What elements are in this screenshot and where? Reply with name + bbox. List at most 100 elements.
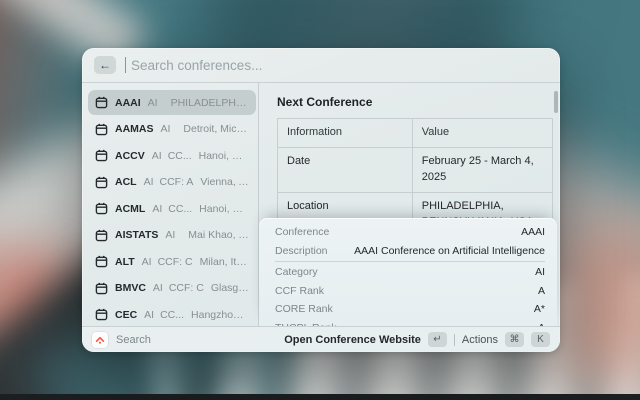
conference-location: Mai Khao, Thail...	[188, 229, 249, 241]
list-item-alt[interactable]: ALT AI CCF: C Milan, Italy	[88, 249, 256, 274]
conference-name: ACL	[115, 176, 137, 188]
calendar-icon	[95, 149, 108, 162]
meta-label: Description	[275, 244, 328, 257]
conference-location: Detroit, Michigan...	[183, 123, 249, 135]
table-header-information: Information	[277, 118, 413, 148]
next-conference-table: Information Value Date February 25 - Mar…	[277, 118, 554, 218]
conference-rank: CCF: C	[168, 282, 204, 294]
wallpaper-shape	[560, 230, 640, 380]
content-area: AAAI AI PHILADELPHIA, PE... AAMAS AI Det…	[82, 83, 560, 326]
meta-row-category: Category AI	[275, 263, 545, 282]
meta-row-core-rank: CORE Rank A*	[275, 300, 545, 319]
detail-pane: Next Conference Information Value Date F…	[259, 83, 560, 326]
conference-location: Vienna, Austria	[200, 176, 249, 188]
calendar-icon	[95, 202, 108, 215]
table-cell-value: February 25 - March 4, 2025	[411, 146, 554, 193]
calendar-icon	[95, 96, 108, 109]
conference-rank: CC...	[167, 149, 192, 162]
conference-name: ALT	[115, 255, 135, 268]
conference-name: ACCV	[115, 149, 145, 162]
wallpaper-shape	[0, 394, 640, 400]
list-item-accv[interactable]: ACCV AI CC... Hanoi, Vietnam	[88, 143, 256, 168]
conference-rank: CCF: C	[157, 255, 193, 268]
conference-name: BMVC	[115, 282, 146, 294]
list-item-acml[interactable]: ACML AI CC... Hanoi, Vietnam	[88, 196, 256, 221]
conference-name: CEC	[115, 308, 138, 321]
search-input[interactable]: Search conferences...	[131, 58, 262, 73]
conference-category: AI	[141, 255, 152, 268]
meta-value: AAAI	[521, 226, 545, 239]
list-item-bmvc[interactable]: BMVC AI CCF: C Glasgow, UK	[88, 276, 256, 301]
meta-value: AAAI Conference on Artificial Intelligen…	[354, 244, 545, 257]
conference-rank: CC...	[160, 308, 185, 321]
conference-category: AI	[143, 176, 154, 188]
footer-divider	[453, 333, 455, 346]
conference-category: AI	[152, 202, 163, 215]
conference-category: AI	[151, 149, 162, 162]
enter-key-icon: ↵	[427, 332, 447, 347]
list-item-aamas[interactable]: AAMAS AI Detroit, Michigan...	[88, 117, 256, 142]
footer-actions: Open Conference Website ↵ Actions ⌘ K	[284, 332, 550, 347]
back-button[interactable]: ←	[94, 56, 116, 74]
launcher-window: ← Search conferences... AAAI AI PHILADEL…	[82, 48, 560, 352]
primary-action-button[interactable]: Open Conference Website	[284, 334, 421, 346]
meta-divider	[275, 261, 545, 262]
markdown-view: Next Conference Information Value Date F…	[259, 83, 560, 218]
conference-location: Hanoi, Vietnam	[198, 149, 249, 162]
calendar-icon	[95, 282, 108, 295]
meta-row-thcpl-rank: THCPL Rank A	[275, 319, 545, 326]
calendar-icon	[95, 176, 108, 189]
scrollbar-thumb[interactable]	[554, 91, 558, 113]
command-key-icon: ⌘	[505, 332, 524, 347]
k-key-icon: K	[531, 332, 550, 347]
actions-menu-button[interactable]: Actions	[462, 334, 498, 346]
text-caret	[125, 57, 126, 73]
meta-row-ccf-rank: CCF Rank A	[275, 282, 545, 301]
conference-category: AI	[147, 96, 158, 109]
calendar-icon	[95, 229, 108, 242]
meta-label: Category	[275, 266, 318, 279]
table-cell-label: Date	[277, 146, 413, 193]
conference-category: AI	[165, 229, 176, 241]
list-item-aaai[interactable]: AAAI AI PHILADELPHIA, PE...	[88, 90, 256, 115]
search-bar: ← Search conferences...	[82, 48, 560, 83]
list-item-cec[interactable]: CEC AI CC... Hangzhou, China	[88, 302, 256, 327]
list-item-acl[interactable]: ACL AI CCF: A Vienna, Austria	[88, 170, 256, 195]
table-header-value: Value	[411, 118, 554, 148]
conference-location: PHILADELPHIA, PE...	[170, 96, 249, 109]
meta-value: A	[537, 284, 545, 297]
conference-location: Glasgow, UK	[210, 282, 249, 294]
meta-label: CORE Rank	[275, 303, 333, 316]
meta-value: A*	[533, 303, 545, 316]
table-cell-value: PHILADELPHIA, PENNSYLVANIA, USA	[411, 191, 554, 218]
table-cell-label: Location	[277, 191, 413, 218]
conference-list: AAAI AI PHILADELPHIA, PE... AAMAS AI Det…	[82, 83, 259, 326]
table-row: Date February 25 - March 4, 2025	[277, 146, 554, 193]
raycast-logo-icon	[92, 331, 108, 348]
table-row: Location PHILADELPHIA, PENNSYLVANIA, USA	[277, 191, 554, 218]
detail-heading: Next Conference	[277, 95, 373, 109]
conference-name: AAAI	[115, 96, 141, 109]
list-item-aistats[interactable]: AISTATS AI Mai Khao, Thail...	[88, 223, 256, 248]
calendar-icon	[95, 308, 108, 321]
calendar-icon	[95, 255, 108, 268]
meta-row-conference: Conference AAAI	[275, 223, 545, 242]
conference-category: AI	[152, 282, 163, 294]
conference-name: ACML	[115, 202, 146, 215]
conference-name: AISTATS	[115, 229, 159, 241]
conference-location: Milan, Italy	[199, 255, 249, 268]
conference-category: AI	[144, 308, 155, 321]
conference-rank: CC...	[168, 202, 193, 215]
conference-location: Hangzhou, China	[191, 308, 249, 321]
meta-value: AI	[535, 266, 545, 279]
conference-rank: CCF: A	[159, 176, 194, 188]
calendar-icon	[95, 123, 108, 136]
back-icon: ←	[99, 58, 111, 72]
meta-label: CCF Rank	[275, 284, 325, 297]
conference-location: Hanoi, Vietnam	[199, 202, 249, 215]
conference-name: AAMAS	[115, 123, 154, 135]
meta-label: Conference	[275, 226, 330, 239]
meta-label: THCPL Rank	[275, 322, 336, 326]
meta-row-description: Description AAAI Conference on Artificia…	[275, 242, 545, 261]
action-bar: Search Open Conference Website ↵ Actions…	[82, 326, 560, 352]
